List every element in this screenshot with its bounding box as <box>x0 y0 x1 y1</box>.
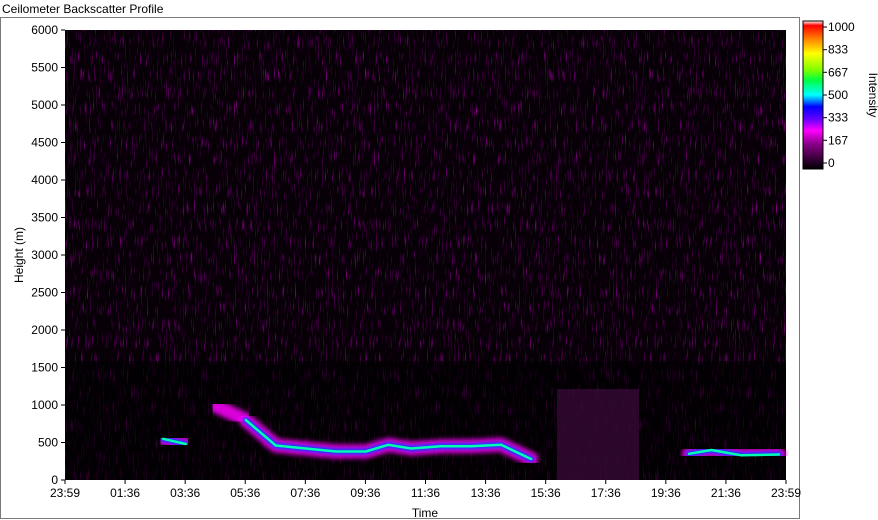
x-tick-label: 07:36 <box>290 486 320 500</box>
y-tick-label: 1500 <box>31 361 58 375</box>
x-tick-label: 17:36 <box>591 486 621 500</box>
x-tick-label: 23:59 <box>50 486 80 500</box>
y-tick-label: 3000 <box>31 248 58 262</box>
colorbar <box>802 20 824 170</box>
x-tick-label: 15:36 <box>531 486 561 500</box>
y-tick-label: 1000 <box>31 398 58 412</box>
x-axis: 23:59 01:36 03:36 05:36 07:36 09:36 11:36 13:36… <box>50 480 801 500</box>
y-tick-label: 5500 <box>31 61 58 75</box>
boundary-band <box>65 361 786 480</box>
y-tick-label: 500 <box>38 436 58 450</box>
colorbar-tick-label: 333 <box>828 111 848 125</box>
y-tick-label: 0 <box>51 473 58 487</box>
precip-block <box>557 389 639 480</box>
y-tick-label: 6000 <box>31 23 58 37</box>
y-tick-label: 4500 <box>31 136 58 150</box>
colorbar-tick-label: 833 <box>828 43 848 57</box>
y-tick-label: 4000 <box>31 173 58 187</box>
y-tick-label: 2500 <box>31 286 58 300</box>
backscatter-heatmap-chart: 0500100015002000250030003500400045005000… <box>12 20 878 520</box>
x-tick-label: 03:36 <box>170 486 200 500</box>
colorbar-tick-label: 500 <box>828 88 848 102</box>
colorbar-tick-label: 167 <box>828 133 848 147</box>
x-tick-label: 05:36 <box>230 486 260 500</box>
y-axis: 0 500 1000 1500 2000 2500 3000 3500 4000 4500 5000… <box>31 23 65 487</box>
colorbar-label: Intensity <box>866 73 878 118</box>
x-tick-label: 21:36 <box>711 486 741 500</box>
colorbar-tick-label: 667 <box>828 65 848 79</box>
y-tick-label: 3500 <box>31 211 58 225</box>
colorbar-tick-label: 0 <box>828 156 835 170</box>
x-tick-label: 01:36 <box>110 486 140 500</box>
chart-panel: 0 500 1000 1500 2000 2500 3000 3500 4000 4500 5000… <box>0 17 878 520</box>
colorbar-ticks: 0 167 333 500 667 833 1000 <box>823 20 855 170</box>
y-tick-label: 2000 <box>31 323 58 337</box>
colorbar-tick-label: 1000 <box>828 20 855 34</box>
y-tick-label: 5000 <box>31 98 58 112</box>
x-tick-label: 23:59 <box>771 486 801 500</box>
x-axis-label: Time <box>412 506 439 520</box>
x-tick-label: 13:36 <box>471 486 501 500</box>
y-axis-label: Height (m) <box>12 227 26 283</box>
x-tick-label: 09:36 <box>350 486 380 500</box>
x-tick-label: 19:36 <box>651 486 681 500</box>
x-tick-label: 11:36 <box>411 486 440 500</box>
